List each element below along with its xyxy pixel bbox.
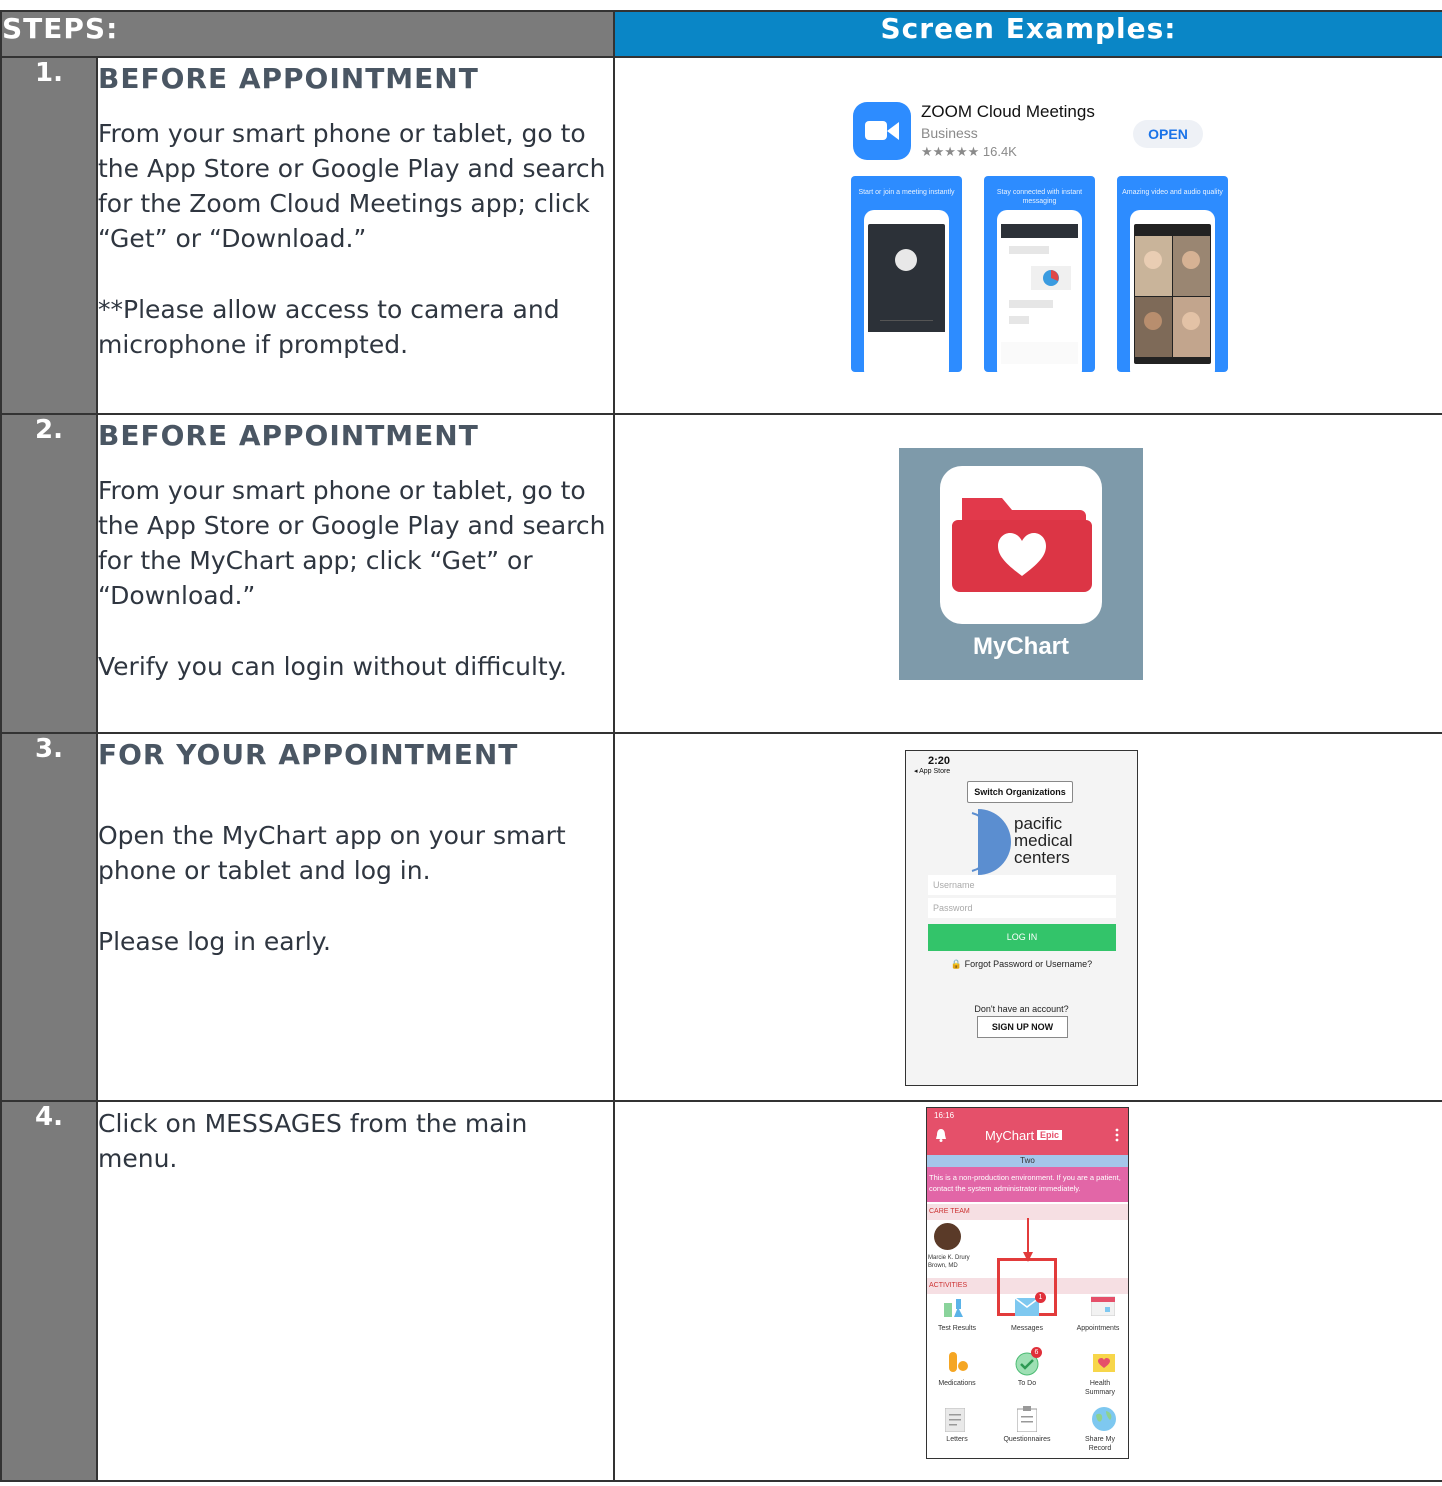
letters-icon xyxy=(945,1408,965,1432)
username-input[interactable]: Username xyxy=(928,875,1116,895)
screen-examples-header: Screen Examples: xyxy=(613,10,1442,58)
todo-badge: 6 xyxy=(1031,1347,1042,1358)
tile-test-results[interactable]: Test Results xyxy=(927,1324,987,1333)
environment-warning: This is a non-production environment. If… xyxy=(927,1167,1128,1202)
step-paragraph: From your smart phone or tablet, go to t… xyxy=(98,119,606,253)
tile-to-do[interactable]: To Do xyxy=(997,1379,1057,1388)
status-time: 16:16 xyxy=(934,1111,955,1120)
step-number: 1. xyxy=(0,56,98,415)
password-input[interactable]: Password xyxy=(928,898,1116,918)
step-row: 2. BEFORE APPOINTMENT From your smart ph… xyxy=(0,413,1442,734)
open-button[interactable]: OPEN xyxy=(1133,120,1203,148)
step-paragraph: Verify you can login without difficulty. xyxy=(98,652,567,681)
panel-caption: Amazing video and audio quality xyxy=(1122,189,1223,196)
zoom-preview-panel: Start or join a meeting instantly xyxy=(851,176,962,372)
step-row: 4. Click on MESSAGES from the main menu.… xyxy=(0,1100,1442,1482)
tile-questionnaires[interactable]: Questionnaires xyxy=(991,1435,1063,1444)
tile-share-my-record[interactable]: Share My Record xyxy=(1077,1435,1123,1453)
switch-organizations-button[interactable]: Switch Organizations xyxy=(967,781,1073,803)
health-summary-icon xyxy=(1093,1354,1115,1372)
step-title: BEFORE APPOINTMENT xyxy=(98,62,479,95)
step-title: BEFORE APPOINTMENT xyxy=(98,419,479,452)
step-row: 1. BEFORE APPOINTMENT From your smart ph… xyxy=(0,56,1442,415)
lock-icon: 🔒 xyxy=(950,959,965,969)
panel-caption: Stay connected with instant messaging xyxy=(996,189,1083,205)
step-number: 4. xyxy=(0,1100,98,1482)
step-number: 3. xyxy=(0,732,98,1102)
patient-name: Two xyxy=(927,1155,1128,1167)
tile-health-summary[interactable]: Health Summary xyxy=(1077,1379,1123,1397)
back-to-app-store[interactable]: ◂ App Store xyxy=(914,767,950,775)
arrow-down-icon xyxy=(1023,1218,1033,1262)
mychart-login-screenshot: 2:20 ◂ App Store Switch Organizations pa… xyxy=(613,732,1442,1102)
camera-icon xyxy=(865,121,887,140)
tile-appointments[interactable]: Appointments xyxy=(1067,1324,1128,1333)
mychart-logo-label: MyChart xyxy=(972,633,1069,660)
step-paragraph: Please log in early. xyxy=(98,927,331,956)
messages-badge: 1 xyxy=(1035,1292,1046,1303)
medications-icon xyxy=(949,1352,968,1372)
epic-logo: Epic xyxy=(1037,1130,1063,1140)
steps-table: STEPS: Screen Examples: 1. BEFORE APPOIN… xyxy=(0,10,1442,1482)
step-paragraph: **Please allow access to camera and micr… xyxy=(98,295,560,359)
step-paragraph: Open the MyChart app on your smart phone… xyxy=(98,821,566,885)
mychart-logo-screenshot: MyChart xyxy=(613,413,1442,734)
steps-header: STEPS: xyxy=(0,10,615,58)
step-paragraph: From your smart phone or tablet, go to t… xyxy=(98,476,606,610)
step-text: BEFORE APPOINTMENT From your smart phone… xyxy=(96,56,615,415)
no-account-text: Don't have an account? xyxy=(974,1004,1069,1014)
doctor-name: Marcie K. Drury Brown, MD xyxy=(928,1255,970,1269)
bell-icon[interactable] xyxy=(935,1128,947,1142)
mychart-app-icon: MyChart xyxy=(899,448,1143,680)
step-number: 2. xyxy=(0,413,98,734)
tile-messages[interactable]: Messages xyxy=(997,1324,1057,1333)
panel-caption: Start or join a meeting instantly xyxy=(858,189,955,196)
step-row: 3. FOR YOUR APPOINTMENT Open the MyChart… xyxy=(0,732,1442,1102)
step-title: FOR YOUR APPOINTMENT xyxy=(98,738,519,771)
zoom-app-rating: ★★★★★ 16.4K xyxy=(921,144,1017,159)
login-button[interactable]: LOG IN xyxy=(928,924,1116,951)
zoom-app-category: Business xyxy=(921,125,978,141)
globe-icon xyxy=(1092,1407,1116,1431)
mychart-home-screenshot: 16:16 MyChart Epic Two This is a non-pro… xyxy=(613,1100,1442,1482)
step-text: Click on MESSAGES from the main menu. xyxy=(96,1100,615,1482)
login-screen: 2:20 ◂ App Store Switch Organizations pa… xyxy=(905,750,1138,1086)
zoom-store-screenshot: ZOOM Cloud Meetings Business ★★★★★ 16.4K… xyxy=(613,56,1442,415)
more-icon[interactable] xyxy=(1115,1128,1119,1142)
sign-up-button[interactable]: SIGN UP NOW xyxy=(977,1016,1068,1038)
tile-medications[interactable]: Medications xyxy=(927,1379,987,1388)
step-text: FOR YOUR APPOINTMENT Open the MyChart ap… xyxy=(96,732,615,1102)
step-paragraph: Click on MESSAGES from the main menu. xyxy=(98,1109,528,1173)
step-text: BEFORE APPOINTMENT From your smart phone… xyxy=(96,413,615,734)
mychart-home-screen: 16:16 MyChart Epic Two This is a non-pro… xyxy=(926,1107,1129,1459)
doctor-avatar[interactable] xyxy=(934,1223,961,1250)
zoom-app-icon xyxy=(853,102,911,160)
tile-letters[interactable]: Letters xyxy=(927,1435,987,1444)
org-logo-icon xyxy=(971,809,1011,875)
calendar-icon xyxy=(1091,1296,1115,1316)
forgot-password-link[interactable]: 🔒 Forgot Password or Username? xyxy=(906,959,1137,970)
test-results-icon xyxy=(944,1299,963,1317)
zoom-preview-panel: Amazing video and audio quality xyxy=(1117,176,1228,372)
mychart-brand: MyChart xyxy=(985,1128,1035,1143)
org-name: pacific medical centers xyxy=(1014,814,1073,867)
heart-folder-icon xyxy=(952,498,1092,592)
status-time: 2:20 xyxy=(928,755,951,767)
questionnaires-icon xyxy=(1017,1406,1037,1432)
zoom-app-name: ZOOM Cloud Meetings xyxy=(921,102,1095,121)
zoom-preview-panel: Stay connected with instant messaging xyxy=(984,176,1095,372)
